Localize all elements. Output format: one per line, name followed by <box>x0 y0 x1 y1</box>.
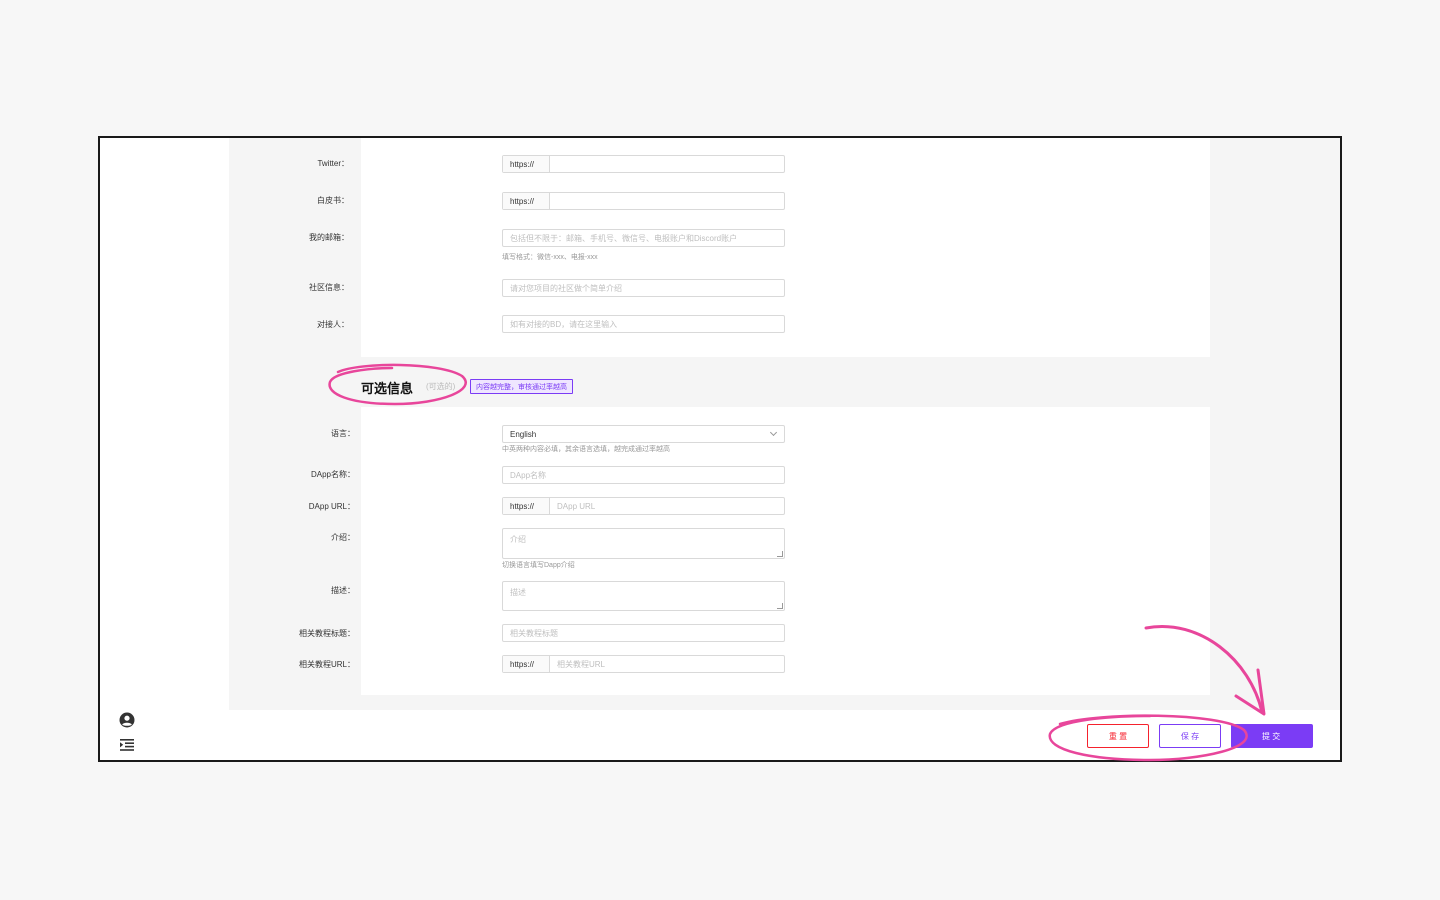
intro-label: 介绍： <box>331 533 355 542</box>
tutorial-url-label: 相关教程URL： <box>298 660 355 669</box>
contact-person-placeholder: 如有对接的BD，请在这里输入 <box>510 319 618 329</box>
content-area: Twitter： https:// 白皮书： https:// 我的邮箱： 包括… <box>229 138 1340 710</box>
tutorial-title-placeholder: 相关教程标题 <box>510 628 558 638</box>
intro-textarea[interactable]: 介绍 <box>502 528 785 559</box>
whitepaper-label: 白皮书： <box>317 196 349 205</box>
contact-person-label: 对接人： <box>317 320 349 329</box>
tutorial-url-https-addon: https:// <box>503 656 550 672</box>
dapp-name-placeholder: DApp名称 <box>510 470 547 480</box>
optional-section-title: 可选信息 <box>361 381 414 396</box>
language-selected-value: English <box>510 429 537 439</box>
tutorial-title-label: 相关教程标题： <box>299 629 355 638</box>
whitepaper-https-addon: https:// <box>503 193 550 209</box>
language-label: 语言： <box>331 429 355 438</box>
form-footer: 重 置 保 存 提 交 <box>229 710 1340 760</box>
description-textarea[interactable]: 描述 <box>502 581 785 611</box>
description-placeholder: 描述 <box>510 588 526 597</box>
contact-person-input[interactable]: 如有对接的BD，请在这里输入 <box>502 315 785 333</box>
whitepaper-input[interactable]: https:// <box>502 192 785 210</box>
community-label: 社区信息： <box>309 283 349 292</box>
dapp-url-placeholder: DApp URL <box>557 501 596 511</box>
dapp-url-https-addon: https:// <box>503 498 550 514</box>
dapp-url-input[interactable]: https:// DApp URL <box>502 497 785 515</box>
intro-placeholder: 介绍 <box>510 535 526 544</box>
resize-handle-icon[interactable] <box>777 603 783 609</box>
save-button[interactable]: 保 存 <box>1159 724 1221 748</box>
app-window: Twitter： https:// 白皮书： https:// 我的邮箱： 包括… <box>98 136 1342 762</box>
optional-info-card: 语言： English 中英两种内容必填，其余语言选填，越完成通过率越高 DAp… <box>299 407 1210 695</box>
submit-button[interactable]: 提 交 <box>1231 724 1313 748</box>
completeness-tag: 内容越完整，审核通过率越高 <box>470 379 573 394</box>
community-input[interactable]: 请对您项目的社区做个简单介绍 <box>502 279 785 297</box>
dapp-url-label: DApp URL： <box>308 502 355 511</box>
language-helper-text: 中英两种内容必填，其余语言选填，越完成通过率越高 <box>502 446 670 453</box>
dapp-name-input[interactable]: DApp名称 <box>502 466 785 484</box>
user-circle-icon[interactable] <box>119 712 135 728</box>
optional-section-subtitle: (可选的) <box>426 382 456 391</box>
tutorial-title-input[interactable]: 相关教程标题 <box>502 624 785 642</box>
description-label: 描述： <box>331 586 355 595</box>
community-placeholder: 请对您项目的社区做个简单介绍 <box>510 283 622 293</box>
twitter-https-addon: https:// <box>503 156 550 172</box>
reset-button[interactable]: 重 置 <box>1087 724 1149 748</box>
email-input[interactable]: 包括但不限于：邮箱、手机号、微信号、电报账户和Discord账户 <box>502 229 785 247</box>
chevron-down-icon <box>769 428 778 437</box>
email-placeholder: 包括但不限于：邮箱、手机号、微信号、电报账户和Discord账户 <box>510 233 738 243</box>
intro-helper-text: 切换语言填写Dapp介绍 <box>502 562 575 569</box>
email-label: 我的邮箱： <box>309 233 349 242</box>
resize-handle-icon[interactable] <box>777 551 783 557</box>
tutorial-url-placeholder: 相关教程URL <box>557 659 606 669</box>
twitter-label: Twitter： <box>317 159 349 168</box>
dapp-name-label: DApp名称： <box>310 470 355 479</box>
email-helper-text: 填写格式：微信-xxx、电报-xxx <box>502 254 598 261</box>
language-select[interactable]: English <box>502 425 785 443</box>
tutorial-url-input[interactable]: https:// 相关教程URL <box>502 655 785 673</box>
basic-info-card: Twitter： https:// 白皮书： https:// 我的邮箱： 包括… <box>309 138 1210 357</box>
twitter-input[interactable]: https:// <box>502 155 785 173</box>
menu-indent-icon[interactable] <box>119 737 135 753</box>
